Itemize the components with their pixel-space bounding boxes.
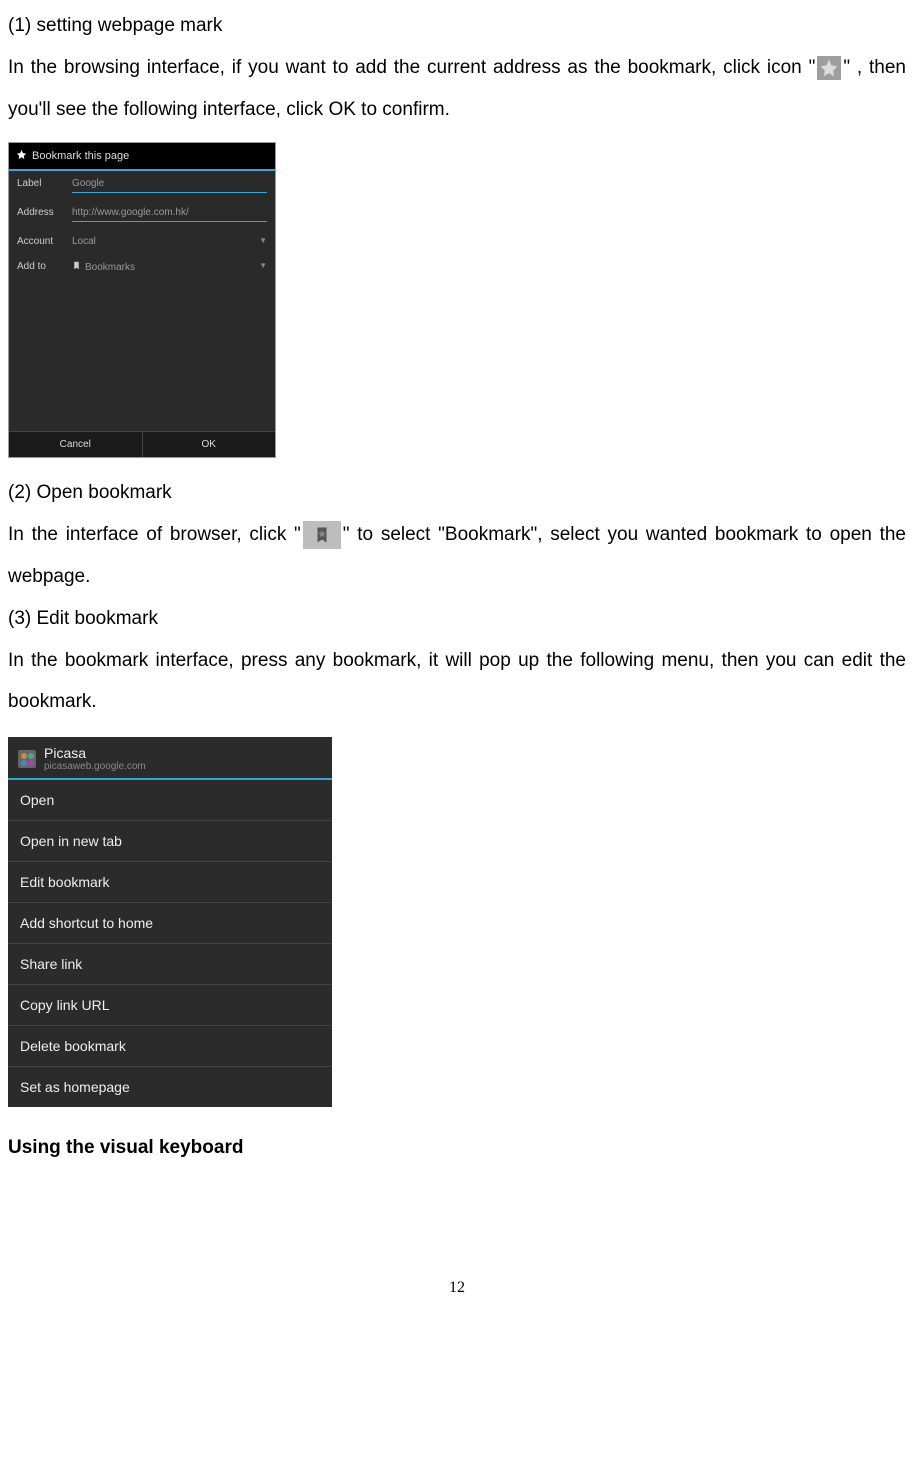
p1-text-a: In the browsing interface, if you want t… bbox=[8, 57, 815, 78]
cancel-button[interactable]: Cancel bbox=[9, 432, 143, 457]
star-icon bbox=[16, 149, 27, 163]
chevron-down-icon: ▼ bbox=[259, 236, 267, 247]
menu-item-share-link[interactable]: Share link bbox=[8, 944, 332, 985]
heading-1: (1) setting webpage mark bbox=[8, 5, 906, 47]
dialog-title: Bookmark this page bbox=[32, 150, 129, 162]
bookmarks-icon bbox=[303, 521, 341, 549]
addto-value-text: Bookmarks bbox=[85, 262, 135, 273]
menu-header: Picasa picasaweb.google.com bbox=[8, 737, 332, 780]
heading-2: (2) Open bookmark bbox=[8, 472, 906, 514]
dialog-buttons: Cancel OK bbox=[9, 431, 275, 457]
bookmark-dialog-screenshot: Bookmark this page Label Google Address … bbox=[8, 142, 276, 458]
heading-keyboard: Using the visual keyboard bbox=[8, 1137, 906, 1159]
address-row: Address http://www.google.com.hk/ bbox=[9, 200, 275, 229]
page-number: 12 bbox=[8, 1279, 906, 1297]
paragraph-2: In the interface of browser, click "" to… bbox=[8, 514, 906, 598]
menu-item-open-new-tab[interactable]: Open in new tab bbox=[8, 821, 332, 862]
menu-url: picasaweb.google.com bbox=[44, 761, 146, 772]
account-row: Account Local ▼ bbox=[9, 229, 275, 254]
ok-button[interactable]: OK bbox=[143, 432, 276, 457]
address-input[interactable]: http://www.google.com.hk/ bbox=[72, 207, 267, 222]
menu-item-set-homepage[interactable]: Set as homepage bbox=[8, 1067, 332, 1107]
field-label: Add to bbox=[17, 261, 72, 273]
menu-title: Picasa bbox=[44, 745, 146, 761]
field-label: Label bbox=[17, 178, 72, 193]
chevron-down-icon: ▼ bbox=[259, 261, 267, 273]
dialog-header: Bookmark this page bbox=[9, 143, 275, 171]
menu-item-open[interactable]: Open bbox=[8, 780, 332, 821]
addto-select[interactable]: Bookmarks bbox=[72, 261, 259, 273]
label-row: Label Google bbox=[9, 171, 275, 200]
addto-row: Add to Bookmarks ▼ bbox=[9, 254, 275, 280]
menu-item-edit-bookmark[interactable]: Edit bookmark bbox=[8, 862, 332, 903]
field-label: Account bbox=[17, 236, 72, 247]
star-icon bbox=[817, 56, 841, 80]
picasa-icon bbox=[18, 750, 36, 768]
bookmark-menu-screenshot: Picasa picasaweb.google.com Open Open in… bbox=[8, 737, 332, 1107]
p2-text-a: In the interface of browser, click " bbox=[8, 524, 301, 545]
paragraph-1: In the browsing interface, if you want t… bbox=[8, 47, 906, 131]
menu-item-add-shortcut[interactable]: Add shortcut to home bbox=[8, 903, 332, 944]
menu-item-delete-bookmark[interactable]: Delete bookmark bbox=[8, 1026, 332, 1067]
heading-3: (3) Edit bookmark bbox=[8, 598, 906, 640]
field-label: Address bbox=[17, 207, 72, 222]
menu-item-copy-url[interactable]: Copy link URL bbox=[8, 985, 332, 1026]
label-input[interactable]: Google bbox=[72, 178, 267, 193]
bookmark-icon bbox=[72, 261, 81, 273]
paragraph-3: In the bookmark interface, press any boo… bbox=[8, 640, 906, 724]
account-select[interactable]: Local bbox=[72, 236, 259, 247]
